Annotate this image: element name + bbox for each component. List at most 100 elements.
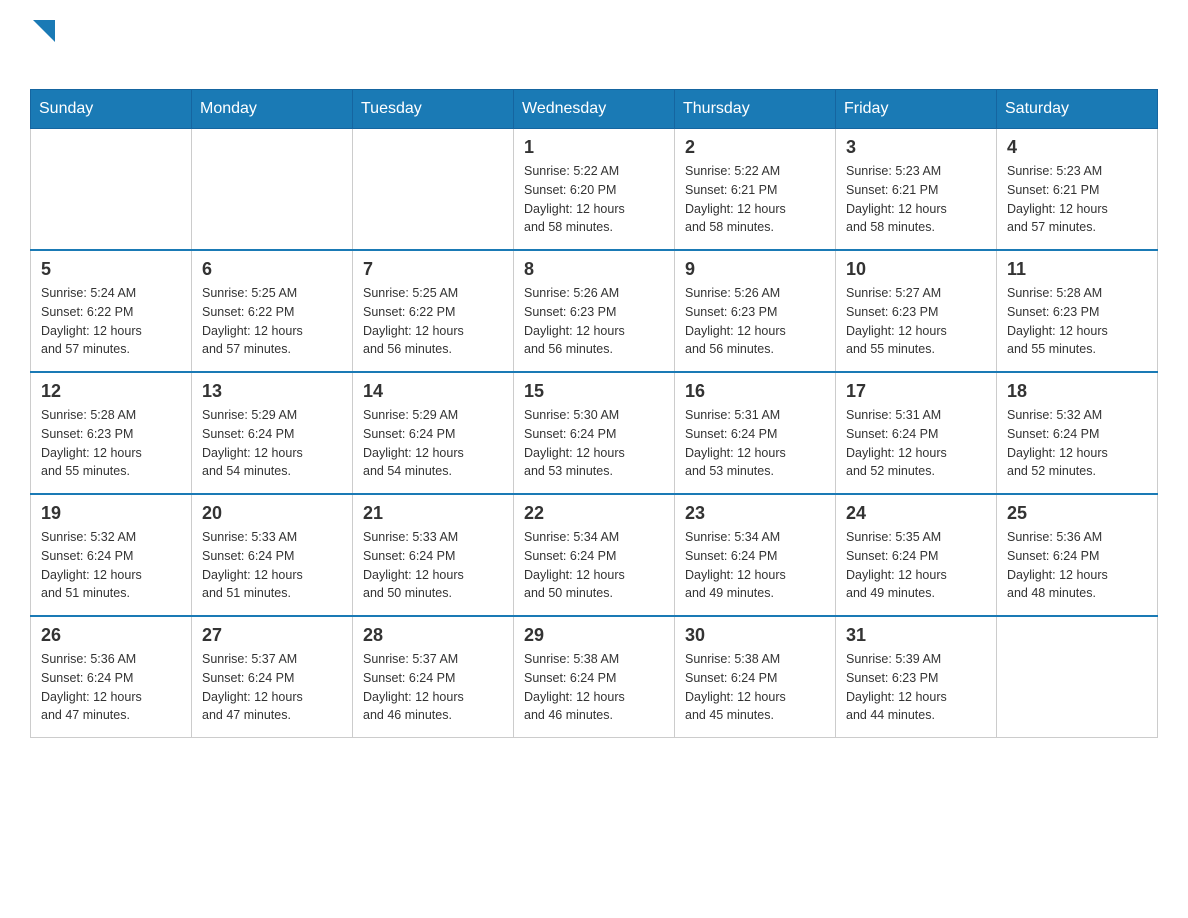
calendar-cell: 27 Sunrise: 5:37 AMSunset: 6:24 PMDayligh… (192, 616, 353, 738)
day-info: Sunrise: 5:35 AMSunset: 6:24 PMDaylight:… (846, 528, 986, 603)
calendar-cell: 22Sunrise: 5:34 AMSunset: 6:24 PMDayligh… (514, 494, 675, 616)
day-number: 1 (524, 137, 664, 158)
day-info: Sunrise: 5:24 AMSunset: 6:22 PMDaylight:… (41, 284, 181, 359)
day-info: Sunrise: 5:28 AMSunset: 6:23 PMDaylight:… (1007, 284, 1147, 359)
day-header-friday: Friday (836, 90, 997, 129)
logo (30, 20, 55, 73)
day-number: 23 (685, 503, 825, 524)
day-info: Sunrise: 5:36 AMSunset: 6:24 PMDaylight:… (41, 650, 181, 725)
day-info: Sunrise: 5:28 AMSunset: 6:23 PMDaylight:… (41, 406, 181, 481)
page-header (30, 20, 1158, 73)
calendar-cell: 23 Sunrise: 5:34 AMSunset: 6:24 PMDayligh… (675, 494, 836, 616)
day-info: Sunrise: 5:22 AMSunset: 6:20 PMDaylight:… (524, 162, 664, 237)
calendar-cell (353, 129, 514, 251)
day-number: 12 (41, 381, 181, 402)
day-info: Sunrise: 5:36 AMSunset: 6:24 PMDaylight:… (1007, 528, 1147, 603)
day-info: Sunrise: 5:22 AMSunset: 6:21 PMDaylight:… (685, 162, 825, 237)
day-header-tuesday: Tuesday (353, 90, 514, 129)
calendar-cell: 17Sunrise: 5:31 AMSunset: 6:24 PMDayligh… (836, 372, 997, 494)
calendar-cell: 2 Sunrise: 5:22 AMSunset: 6:21 PMDaylight… (675, 129, 836, 251)
calendar-cell: 11 Sunrise: 5:28 AMSunset: 6:23 PMDayligh… (997, 250, 1158, 372)
days-header-row: SundayMondayTuesdayWednesdayThursdayFrid… (31, 90, 1158, 129)
day-info: Sunrise: 5:26 AMSunset: 6:23 PMDaylight:… (524, 284, 664, 359)
calendar-cell: 5 Sunrise: 5:24 AMSunset: 6:22 PMDaylight… (31, 250, 192, 372)
day-number: 26 (41, 625, 181, 646)
day-number: 28 (363, 625, 503, 646)
day-info: Sunrise: 5:26 AMSunset: 6:23 PMDaylight:… (685, 284, 825, 359)
day-info: Sunrise: 5:31 AMSunset: 6:24 PMDaylight:… (685, 406, 825, 481)
day-info: Sunrise: 5:39 AMSunset: 6:23 PMDaylight:… (846, 650, 986, 725)
calendar-cell: 12 Sunrise: 5:28 AMSunset: 6:23 PMDayligh… (31, 372, 192, 494)
calendar-cell: 29 Sunrise: 5:38 AMSunset: 6:24 PMDayligh… (514, 616, 675, 738)
day-number: 24 (846, 503, 986, 524)
day-number: 3 (846, 137, 986, 158)
day-header-thursday: Thursday (675, 90, 836, 129)
calendar-cell: 4Sunrise: 5:23 AMSunset: 6:21 PMDaylight… (997, 129, 1158, 251)
calendar-cell: 16Sunrise: 5:31 AMSunset: 6:24 PMDayligh… (675, 372, 836, 494)
day-number: 20 (202, 503, 342, 524)
day-number: 5 (41, 259, 181, 280)
day-header-monday: Monday (192, 90, 353, 129)
week-row-5: 26 Sunrise: 5:36 AMSunset: 6:24 PMDayligh… (31, 616, 1158, 738)
week-row-3: 12 Sunrise: 5:28 AMSunset: 6:23 PMDayligh… (31, 372, 1158, 494)
calendar-cell: 18 Sunrise: 5:32 AMSunset: 6:24 PMDayligh… (997, 372, 1158, 494)
day-number: 10 (846, 259, 986, 280)
calendar-cell: 13 Sunrise: 5:29 AMSunset: 6:24 PMDayligh… (192, 372, 353, 494)
logo-icon (33, 20, 55, 42)
day-info: Sunrise: 5:37 AMSunset: 6:24 PMDaylight:… (363, 650, 503, 725)
calendar-cell (192, 129, 353, 251)
day-info: Sunrise: 5:29 AMSunset: 6:24 PMDaylight:… (202, 406, 342, 481)
calendar-cell: 1 Sunrise: 5:22 AMSunset: 6:20 PMDaylight… (514, 129, 675, 251)
calendar-cell: 14Sunrise: 5:29 AMSunset: 6:24 PMDayligh… (353, 372, 514, 494)
day-number: 13 (202, 381, 342, 402)
day-header-sunday: Sunday (31, 90, 192, 129)
day-number: 2 (685, 137, 825, 158)
calendar-cell: 31 Sunrise: 5:39 AMSunset: 6:23 PMDayligh… (836, 616, 997, 738)
day-info: Sunrise: 5:25 AMSunset: 6:22 PMDaylight:… (363, 284, 503, 359)
day-number: 19 (41, 503, 181, 524)
calendar-cell: 21 Sunrise: 5:33 AMSunset: 6:24 PMDayligh… (353, 494, 514, 616)
calendar-cell: 15Sunrise: 5:30 AMSunset: 6:24 PMDayligh… (514, 372, 675, 494)
calendar-cell (997, 616, 1158, 738)
day-number: 30 (685, 625, 825, 646)
week-row-1: 1 Sunrise: 5:22 AMSunset: 6:20 PMDaylight… (31, 129, 1158, 251)
day-info: Sunrise: 5:34 AMSunset: 6:24 PMDaylight:… (524, 528, 664, 603)
day-number: 27 (202, 625, 342, 646)
day-info: Sunrise: 5:33 AMSunset: 6:24 PMDaylight:… (363, 528, 503, 603)
calendar-cell: 19 Sunrise: 5:32 AMSunset: 6:24 PMDayligh… (31, 494, 192, 616)
day-info: Sunrise: 5:30 AMSunset: 6:24 PMDaylight:… (524, 406, 664, 481)
calendar-cell: 24 Sunrise: 5:35 AMSunset: 6:24 PMDayligh… (836, 494, 997, 616)
calendar-cell: 10 Sunrise: 5:27 AMSunset: 6:23 PMDayligh… (836, 250, 997, 372)
day-info: Sunrise: 5:38 AMSunset: 6:24 PMDaylight:… (524, 650, 664, 725)
day-number: 18 (1007, 381, 1147, 402)
calendar-cell: 28 Sunrise: 5:37 AMSunset: 6:24 PMDayligh… (353, 616, 514, 738)
day-info: Sunrise: 5:27 AMSunset: 6:23 PMDaylight:… (846, 284, 986, 359)
calendar-cell: 7 Sunrise: 5:25 AMSunset: 6:22 PMDaylight… (353, 250, 514, 372)
calendar-cell: 9Sunrise: 5:26 AMSunset: 6:23 PMDaylight… (675, 250, 836, 372)
calendar-cell: 6 Sunrise: 5:25 AMSunset: 6:22 PMDaylight… (192, 250, 353, 372)
day-info: Sunrise: 5:31 AMSunset: 6:24 PMDaylight:… (846, 406, 986, 481)
week-row-2: 5 Sunrise: 5:24 AMSunset: 6:22 PMDaylight… (31, 250, 1158, 372)
day-number: 8 (524, 259, 664, 280)
day-info: Sunrise: 5:25 AMSunset: 6:22 PMDaylight:… (202, 284, 342, 359)
calendar-cell: 20 Sunrise: 5:33 AMSunset: 6:24 PMDayligh… (192, 494, 353, 616)
day-number: 7 (363, 259, 503, 280)
day-header-saturday: Saturday (997, 90, 1158, 129)
day-number: 29 (524, 625, 664, 646)
day-info: Sunrise: 5:37 AMSunset: 6:24 PMDaylight:… (202, 650, 342, 725)
day-number: 11 (1007, 259, 1147, 280)
logo-text (30, 20, 55, 42)
day-info: Sunrise: 5:33 AMSunset: 6:24 PMDaylight:… (202, 528, 342, 603)
calendar-cell: 26 Sunrise: 5:36 AMSunset: 6:24 PMDayligh… (31, 616, 192, 738)
day-number: 31 (846, 625, 986, 646)
day-info: Sunrise: 5:23 AMSunset: 6:21 PMDaylight:… (846, 162, 986, 237)
day-info: Sunrise: 5:32 AMSunset: 6:24 PMDaylight:… (1007, 406, 1147, 481)
calendar-cell: 30Sunrise: 5:38 AMSunset: 6:24 PMDayligh… (675, 616, 836, 738)
day-info: Sunrise: 5:23 AMSunset: 6:21 PMDaylight:… (1007, 162, 1147, 237)
day-info: Sunrise: 5:34 AMSunset: 6:24 PMDaylight:… (685, 528, 825, 603)
day-number: 6 (202, 259, 342, 280)
day-number: 21 (363, 503, 503, 524)
day-number: 25 (1007, 503, 1147, 524)
calendar-cell: 3 Sunrise: 5:23 AMSunset: 6:21 PMDaylight… (836, 129, 997, 251)
day-info: Sunrise: 5:32 AMSunset: 6:24 PMDaylight:… (41, 528, 181, 603)
